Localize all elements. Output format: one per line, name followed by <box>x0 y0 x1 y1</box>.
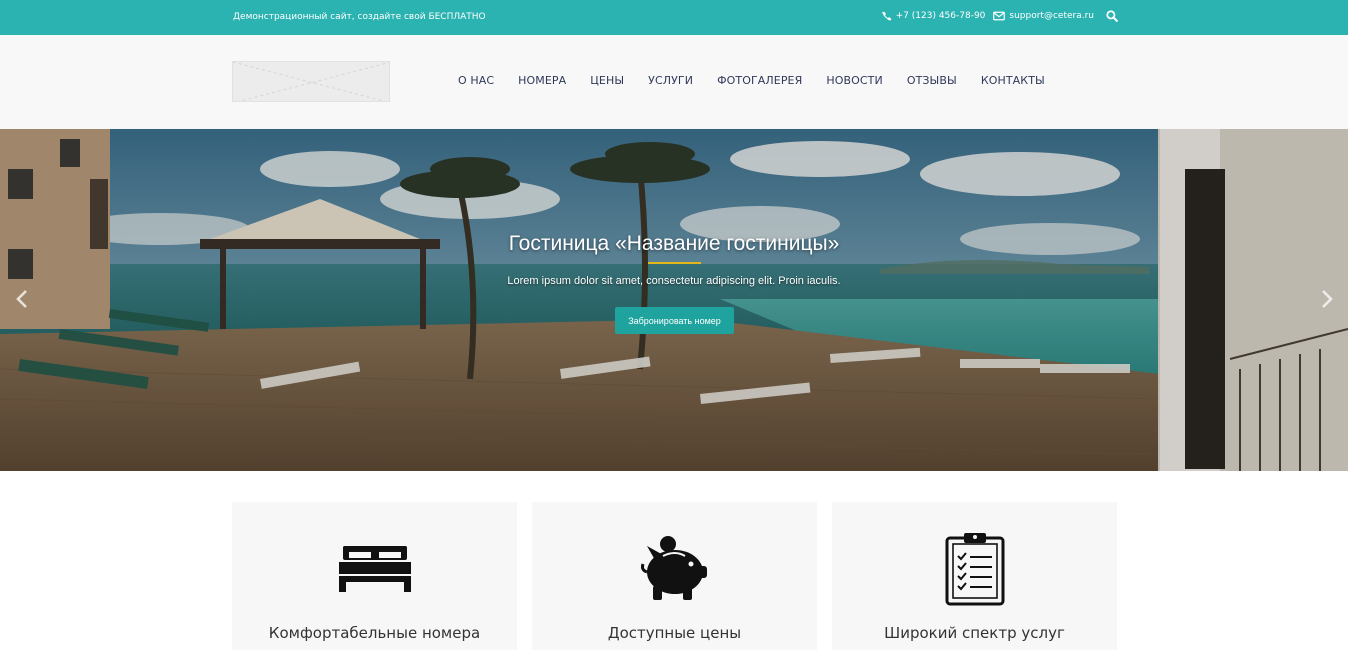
hero-title: Гостиница «Название гостиницы» <box>508 232 840 255</box>
clipboard-checklist-icon <box>832 532 1117 606</box>
feature-card-rooms: Комфортабельные номера <box>232 502 517 650</box>
nav-item-prices[interactable]: ЦЕНЫ <box>578 74 636 87</box>
search-icon[interactable] <box>1106 10 1118 22</box>
email-link[interactable]: support@cetera.ru <box>993 11 1094 21</box>
main-nav: О НАС НОМЕРА ЦЕНЫ УСЛУГИ ФОТОГАЛЕРЕЯ НОВ… <box>446 74 1057 87</box>
feature-label: Широкий спектр услуг <box>884 624 1065 642</box>
nav-item-about[interactable]: О НАС <box>446 74 506 87</box>
nav-item-news[interactable]: НОВОСТИ <box>814 74 894 87</box>
top-contacts: +7 (123) 456-78-90 support@cetera.ru <box>881 10 1118 22</box>
logo-placeholder-image <box>233 62 389 101</box>
hero-slider: Гостиница «Название гостиницы» Lorem ips… <box>0 129 1348 471</box>
nav-item-gallery[interactable]: ФОТОГАЛЕРЕЯ <box>705 74 814 87</box>
nav-item-services[interactable]: УСЛУГИ <box>636 74 705 87</box>
nav-item-contacts[interactable]: КОНТАКТЫ <box>969 74 1057 87</box>
phone-number: +7 (123) 456-78-90 <box>895 11 986 21</box>
email-address: support@cetera.ru <box>1009 11 1094 21</box>
book-room-button[interactable]: Забронировать номер <box>615 307 734 334</box>
phone-icon <box>881 11 892 21</box>
site-header: О НАС НОМЕРА ЦЕНЫ УСЛУГИ ФОТОГАЛЕРЕЯ НОВ… <box>0 35 1348 129</box>
logo-placeholder[interactable] <box>232 61 390 102</box>
top-bar: Демонстрационный сайт, создайте свой БЕС… <box>0 0 1348 35</box>
nav-item-rooms[interactable]: НОМЕРА <box>506 74 578 87</box>
bed-icon <box>232 532 517 594</box>
envelope-icon <box>993 11 1006 21</box>
nav-item-reviews[interactable]: ОТЗЫВЫ <box>895 74 969 87</box>
slider-next-arrow-icon[interactable] <box>1320 289 1334 309</box>
feature-card-prices: Доступные цены <box>532 502 817 650</box>
phone-link[interactable]: +7 (123) 456-78-90 <box>881 11 986 21</box>
feature-label: Комфортабельные номера <box>268 624 481 642</box>
piggy-bank-icon <box>532 532 817 602</box>
feature-label: Доступные цены <box>607 624 742 642</box>
title-underline <box>648 262 701 264</box>
feature-card-services: Широкий спектр услуг <box>832 502 1117 650</box>
hero-subtitle: Lorem ipsum dolor sit amet, consectetur … <box>507 275 841 287</box>
slider-prev-arrow-icon[interactable] <box>15 289 29 309</box>
tagline[interactable]: Демонстрационный сайт, создайте свой БЕС… <box>233 12 486 22</box>
hero-background-image <box>0 129 1348 471</box>
